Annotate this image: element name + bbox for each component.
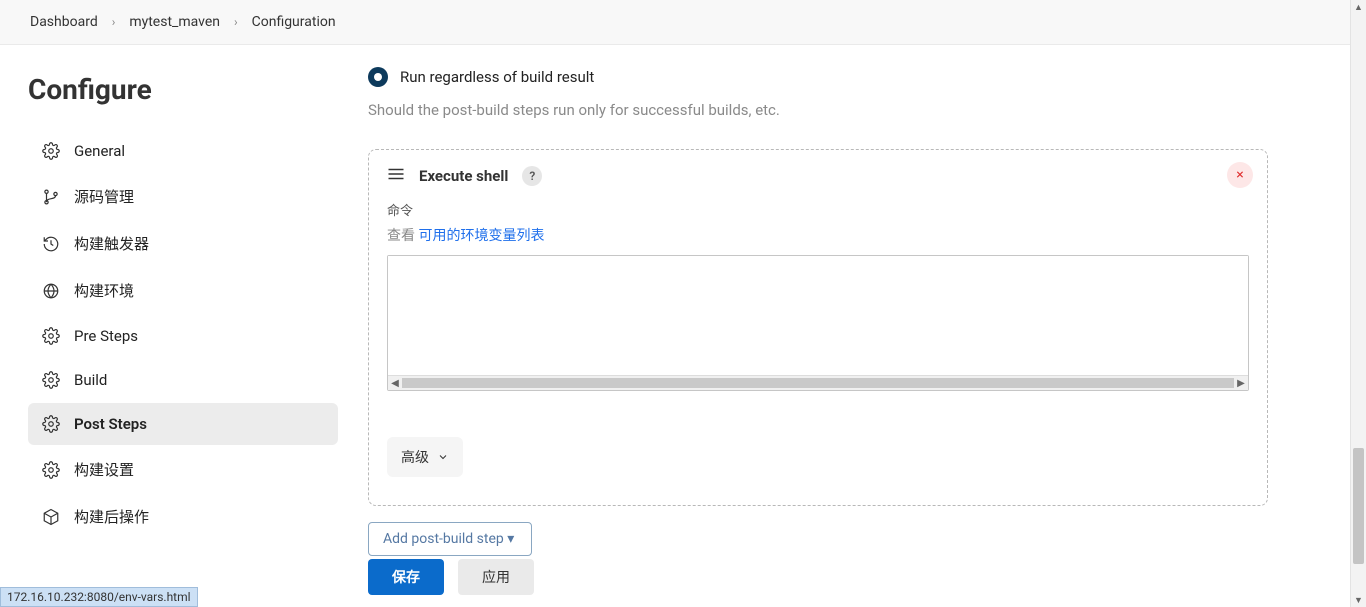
gear-icon bbox=[42, 327, 60, 345]
sidebar-item-scm[interactable]: 源码管理 bbox=[28, 174, 338, 219]
sidebar-item-label: Build bbox=[74, 371, 107, 389]
apply-button[interactable]: 应用 bbox=[458, 559, 534, 595]
sidebar-item-post-steps[interactable]: Post Steps bbox=[28, 403, 338, 445]
scroll-track[interactable] bbox=[1351, 14, 1366, 593]
sidebar-item-label: Post Steps bbox=[74, 415, 147, 433]
advanced-label: 高级 bbox=[401, 447, 429, 467]
card-title: Execute shell bbox=[419, 167, 508, 185]
scroll-thumb[interactable] bbox=[1353, 448, 1364, 564]
env-vars-link[interactable]: 可用的环境变量列表 bbox=[418, 228, 544, 244]
gear-icon bbox=[42, 371, 60, 389]
horizontal-scrollbar[interactable]: ◀ ▶ bbox=[388, 375, 1248, 390]
scroll-track[interactable] bbox=[402, 378, 1234, 388]
sidebar-item-label: 构建触发器 bbox=[74, 233, 149, 254]
vertical-scrollbar[interactable]: ▲ ▼ bbox=[1350, 0, 1366, 607]
sidebar-item-label: General bbox=[74, 142, 125, 160]
view-prefix: 查看 bbox=[387, 228, 418, 244]
sidebar-item-build-settings[interactable]: 构建设置 bbox=[28, 447, 338, 492]
chevron-right-icon: › bbox=[234, 15, 238, 29]
scroll-left-icon[interactable]: ◀ bbox=[388, 378, 402, 389]
sidebar-item-label: 构建后操作 bbox=[74, 506, 149, 527]
advanced-button[interactable]: 高级 bbox=[387, 437, 463, 477]
sidebar-item-environment[interactable]: 构建环境 bbox=[28, 268, 338, 313]
globe-icon bbox=[42, 282, 60, 300]
sidebar-item-general[interactable]: General bbox=[28, 130, 338, 172]
branch-icon bbox=[42, 188, 60, 206]
radio-label: Run regardless of build result bbox=[400, 68, 594, 86]
gear-icon bbox=[42, 415, 60, 433]
scroll-up-icon[interactable]: ▲ bbox=[1351, 0, 1366, 14]
sidebar-item-triggers[interactable]: 构建触发器 bbox=[28, 221, 338, 266]
save-button[interactable]: 保存 bbox=[368, 559, 444, 595]
main-content: Run regardless of build result Should th… bbox=[354, 45, 1366, 606]
chevron-right-icon: › bbox=[112, 15, 116, 29]
radio-run-regardless[interactable] bbox=[368, 67, 388, 87]
sidebar-item-label: Pre Steps bbox=[74, 327, 138, 345]
scroll-right-icon[interactable]: ▶ bbox=[1234, 378, 1248, 389]
sidebar-item-pre-steps[interactable]: Pre Steps bbox=[28, 315, 338, 357]
command-editor: ◀ ▶ bbox=[387, 255, 1249, 391]
add-post-build-step-button[interactable]: Add post-build step ▾ bbox=[368, 522, 532, 556]
sidebar-item-build[interactable]: Build bbox=[28, 359, 338, 401]
command-textarea[interactable] bbox=[388, 256, 1248, 371]
sidebar-item-post-build-actions[interactable]: 构建后操作 bbox=[28, 494, 338, 539]
gear-icon bbox=[42, 142, 60, 160]
breadcrumb-dashboard[interactable]: Dashboard bbox=[30, 14, 98, 30]
help-button[interactable]: ? bbox=[522, 166, 542, 186]
sidebar: Configure General 源码管理 构建触发器 构建环境 bbox=[0, 45, 354, 606]
breadcrumb: Dashboard › mytest_maven › Configuration bbox=[0, 0, 1366, 45]
scroll-down-icon[interactable]: ▼ bbox=[1351, 593, 1366, 607]
sidebar-item-label: 构建环境 bbox=[74, 280, 134, 301]
execute-shell-card: Execute shell ? × 命令 查看 可用的环境变量列表 ◀ ▶ 高级 bbox=[368, 149, 1268, 506]
sidebar-item-label: 源码管理 bbox=[74, 186, 134, 207]
status-bar-url: 172.16.10.232:8080/env-vars.html bbox=[0, 587, 198, 607]
gear-icon bbox=[42, 461, 60, 479]
breadcrumb-configuration[interactable]: Configuration bbox=[252, 14, 336, 30]
drag-handle-icon[interactable] bbox=[387, 167, 405, 185]
sidebar-item-label: 构建设置 bbox=[74, 459, 134, 480]
help-text: Should the post-build steps run only for… bbox=[368, 101, 1366, 119]
breadcrumb-mytest-maven[interactable]: mytest_maven bbox=[129, 14, 220, 30]
package-icon bbox=[42, 508, 60, 526]
command-field-label: 命令 bbox=[387, 200, 1249, 219]
page-title: Configure bbox=[28, 73, 338, 106]
history-icon bbox=[42, 235, 60, 253]
close-button[interactable]: × bbox=[1227, 162, 1253, 188]
